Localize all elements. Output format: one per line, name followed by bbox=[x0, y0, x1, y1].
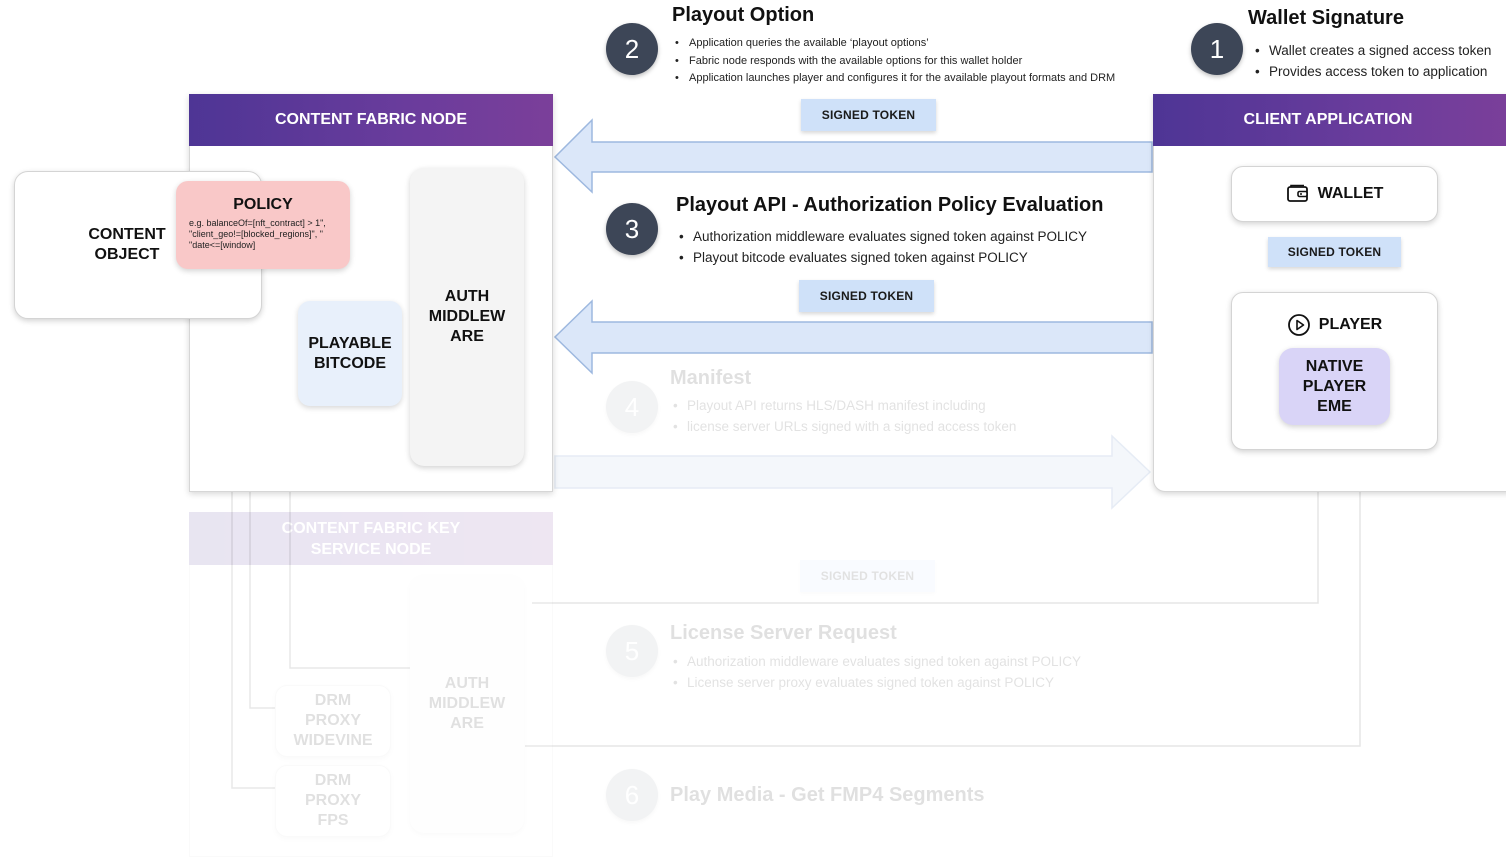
step6-number: 6 bbox=[624, 779, 640, 810]
step3-number: 3 bbox=[624, 213, 640, 244]
policy-title: POLICY bbox=[233, 196, 293, 213]
step5-number: 5 bbox=[624, 635, 640, 666]
player-header: PLAYER bbox=[1232, 313, 1437, 337]
wallet-label: WALLET bbox=[1317, 185, 1384, 202]
step5-signed-token: SIGNED TOKEN bbox=[800, 560, 935, 592]
drm-fps-label: DRM PROXY FPS bbox=[304, 772, 361, 829]
step2-bullet: Application queries the available ‘playo… bbox=[673, 35, 1115, 53]
step1-number: 1 bbox=[1209, 33, 1225, 64]
step4-title: Manifest bbox=[670, 367, 752, 389]
step2-badge: 2 bbox=[606, 23, 658, 75]
step5-signed-token-label: SIGNED TOKEN bbox=[820, 569, 915, 583]
step2-bullet: Application launches player and configur… bbox=[673, 70, 1115, 88]
step1-bullet: Provides access token to application bbox=[1253, 61, 1491, 82]
step4-badge: 4 bbox=[606, 381, 658, 433]
drm-fps-card[interactable]: DRM PROXY FPS bbox=[275, 765, 391, 837]
native-player-label: NATIVE PLAYER EME bbox=[1302, 357, 1367, 415]
wallet-icon bbox=[1286, 184, 1308, 202]
key-auth-middleware-label: AUTH MIDDLEW ARE bbox=[428, 675, 506, 732]
playable-bitcode-card[interactable]: PLAYABLE BITCODE bbox=[298, 301, 402, 406]
play-circle-icon bbox=[1287, 314, 1310, 336]
key-auth-middleware-card[interactable]: AUTH MIDDLEW ARE bbox=[410, 575, 524, 833]
step2-signed-token: SIGNED TOKEN bbox=[801, 99, 936, 131]
playable-bitcode-label: PLAYABLE BITCODE bbox=[308, 334, 392, 372]
step3-title: Playout API - Authorization Policy Evalu… bbox=[676, 194, 1104, 216]
step3-bullet: Authorization middleware evaluates signe… bbox=[677, 226, 1087, 247]
step5-badge: 5 bbox=[606, 625, 658, 677]
auth-middleware-label: AUTH MIDDLEW ARE bbox=[428, 288, 506, 345]
step1-badge: 1 bbox=[1191, 23, 1243, 75]
step2-bullet: Fabric node responds with the available … bbox=[673, 53, 1115, 71]
step3-signed-token: SIGNED TOKEN bbox=[799, 280, 934, 312]
auth-middleware-card[interactable]: AUTH MIDDLEW ARE bbox=[410, 168, 524, 466]
client-signed-token-label: SIGNED TOKEN bbox=[1287, 245, 1382, 259]
step3-signed-token-label: SIGNED TOKEN bbox=[819, 289, 914, 303]
player-label: PLAYER bbox=[1318, 316, 1383, 333]
step5-title: License Server Request bbox=[670, 622, 897, 644]
step4-bullet: Playout API returns HLS/DASH manifest in… bbox=[671, 395, 1016, 416]
step3-bullets: Authorization middleware evaluates signe… bbox=[677, 226, 1087, 268]
content-fabric-node-header: CONTENT FABRIC NODE bbox=[189, 94, 553, 146]
wallet-card[interactable]: WALLET bbox=[1231, 166, 1438, 222]
step1-title: Wallet Signature bbox=[1248, 7, 1404, 29]
drm-widevine-card[interactable]: DRM PROXY WIDEVINE bbox=[275, 685, 391, 757]
policy-card[interactable]: POLICY e.g. balanceOf=[nft_contract] > 1… bbox=[176, 181, 350, 269]
step4-bullet: license server URLs signed with a signed… bbox=[671, 416, 1016, 437]
key-service-node-header: CONTENT FABRIC KEY SERVICE NODE bbox=[189, 512, 553, 565]
step4-number: 4 bbox=[624, 391, 640, 422]
content-fabric-node-title: CONTENT FABRIC NODE bbox=[275, 111, 467, 128]
step3-badge: 3 bbox=[606, 203, 658, 255]
client-application-title: CLIENT APPLICATION bbox=[1243, 111, 1413, 128]
step2-number: 2 bbox=[624, 33, 640, 64]
step6-title: Play Media - Get FMP4 Segments bbox=[670, 784, 985, 806]
step2-title: Playout Option bbox=[672, 4, 815, 26]
step5-bullet: License server proxy evaluates signed to… bbox=[671, 672, 1081, 693]
step2-bullets: Application queries the available ‘playo… bbox=[673, 35, 1115, 88]
step2-signed-token-label: SIGNED TOKEN bbox=[821, 108, 916, 122]
key-service-node-title: CONTENT FABRIC KEY SERVICE NODE bbox=[281, 519, 461, 558]
step5-bullets: Authorization middleware evaluates signe… bbox=[671, 651, 1081, 693]
step4-bullets: Playout API returns HLS/DASH manifest in… bbox=[671, 395, 1016, 437]
connector-license-response bbox=[525, 490, 1361, 747]
client-application-header: CLIENT APPLICATION bbox=[1153, 94, 1506, 146]
manifest-arrow bbox=[554, 434, 1152, 510]
content-object-label: CONTENT OBJECT bbox=[88, 226, 166, 263]
step1-bullets: Wallet creates a signed access token Pro… bbox=[1253, 40, 1491, 82]
step6-badge: 6 bbox=[606, 769, 658, 821]
step3-bullet: Playout bitcode evaluates signed token a… bbox=[677, 247, 1087, 268]
drm-widevine-label: DRM PROXY WIDEVINE bbox=[293, 692, 373, 749]
step5-bullet: Authorization middleware evaluates signe… bbox=[671, 651, 1081, 672]
policy-example: e.g. balanceOf=[nft_contract] > 1", "cli… bbox=[189, 218, 326, 250]
client-signed-token: SIGNED TOKEN bbox=[1268, 237, 1401, 267]
native-player-card[interactable]: NATIVE PLAYER EME bbox=[1279, 348, 1390, 425]
step1-bullet: Wallet creates a signed access token bbox=[1253, 40, 1491, 61]
